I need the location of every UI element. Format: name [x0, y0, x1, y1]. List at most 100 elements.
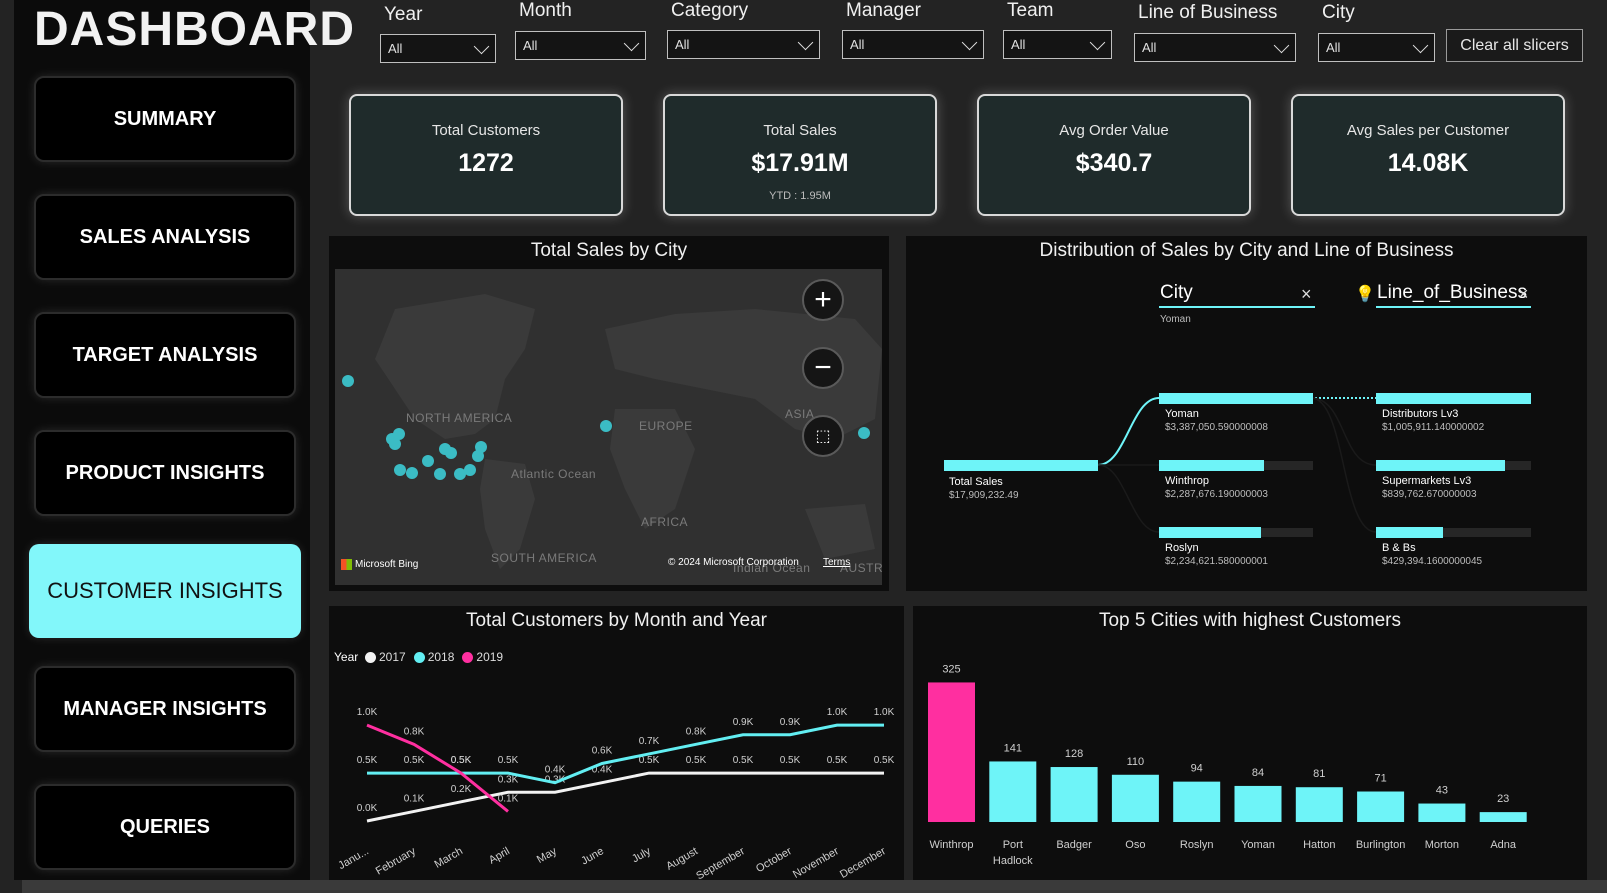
city-dot	[406, 467, 418, 479]
nav-target-analysis[interactable]: TARGET ANALYSIS	[34, 312, 296, 398]
kpi-label: Total Customers	[431, 122, 541, 139]
slicer-category-value: All	[675, 37, 690, 52]
line-chart-svg: 0.0K0.1K0.2K0.3K 0.3K0.4K0.5K 0.5K 0.5K 0.5K…	[336, 707, 895, 880]
kpi-label: Total Sales	[763, 122, 837, 139]
nav-product-insights[interactable]: PRODUCT INSIGHTS	[34, 430, 296, 516]
zoom-out-button[interactable]: −	[802, 347, 844, 389]
bar-roslyn	[1173, 781, 1221, 822]
decomp-panel: Distribution of Sales by City and Line o…	[906, 236, 1587, 591]
map-terms-link[interactable]: Terms	[823, 557, 850, 568]
slicer-year-dropdown[interactable]: All	[380, 34, 496, 63]
decomp-lob-name: Distributors Lv3	[1382, 408, 1459, 420]
kpi-label: Avg Sales per Customer	[1346, 122, 1510, 139]
bar-value-label: 128	[1065, 748, 1083, 760]
zoom-in-button[interactable]: +	[802, 279, 844, 321]
slicer-team-value: All	[1011, 37, 1026, 52]
slicer-category-label: Category	[671, 0, 749, 21]
kpi-value: 1272	[458, 149, 514, 177]
decomp-lob-bar[interactable]	[1376, 460, 1505, 471]
data-label: 0.9K	[733, 717, 754, 728]
chevron-down-icon	[1273, 37, 1290, 54]
x-tick-label: July	[630, 845, 653, 865]
decomp-lob-bar[interactable]	[1376, 393, 1531, 404]
slicer-month-dropdown[interactable]: All	[515, 31, 646, 60]
nav-manager-insights[interactable]: MANAGER INSIGHTS	[34, 666, 296, 752]
x-tick-label: June	[579, 845, 606, 867]
x-tick-label: October	[754, 845, 794, 875]
decomp-city-bar[interactable]	[1159, 527, 1261, 538]
microsoft-logo-icon	[341, 559, 352, 570]
bing-label: Microsoft Bing	[355, 559, 419, 570]
bar-adna	[1479, 812, 1527, 822]
decomp-city-value: $3,387,050.590000008	[1165, 422, 1268, 433]
city-dot	[464, 464, 476, 476]
kpi-label: Avg Order Value	[1059, 122, 1169, 139]
data-label: 0.1K	[404, 793, 425, 804]
slicer-manager-label: Manager	[846, 0, 921, 21]
data-label: 0.5K	[780, 755, 801, 766]
nav-customer-insights[interactable]: CUSTOMER INSIGHTS	[29, 544, 301, 638]
slicer-team-dropdown[interactable]: All	[1003, 30, 1112, 59]
data-label: 0.4K	[545, 765, 566, 776]
bar-morton	[1418, 803, 1466, 822]
decomp-city-bar[interactable]	[1159, 393, 1313, 404]
decomp-lob-bar[interactable]	[1376, 527, 1443, 538]
x-tick-label: May	[535, 845, 559, 866]
x-tick-label: September	[694, 845, 747, 880]
data-label: 0.5K	[357, 755, 378, 766]
x-tick-label: March	[432, 845, 464, 871]
slicer-category-dropdown[interactable]: All	[667, 30, 820, 59]
data-label: 0.5K	[686, 755, 707, 766]
bar-chart-panel: Top 5 Cities with highest Customers 325 W…	[913, 606, 1587, 880]
line-chart-panel: Total Customers by Month and Year Year 2…	[329, 606, 904, 880]
data-label: 1.0K	[874, 707, 895, 718]
clear-all-slicers-button[interactable]: Clear all slicers	[1446, 29, 1583, 62]
chevron-down-icon	[473, 38, 490, 55]
x-category-label: Hadlock	[993, 855, 1033, 867]
bing-attribution: Microsoft Bing	[341, 559, 418, 570]
map-city-dots	[342, 375, 870, 480]
world-map[interactable]: NORTH AMERICA EUROPE ASIA Atlantic Ocean…	[335, 269, 882, 585]
nav-sales-analysis[interactable]: SALES ANALYSIS	[34, 194, 296, 280]
slicer-city-dropdown[interactable]: All	[1318, 33, 1435, 62]
city-dot	[858, 427, 870, 439]
slicer-manager-dropdown[interactable]: All	[842, 30, 984, 59]
x-category-label: Yoman	[1241, 839, 1275, 851]
data-label: 0.7K	[639, 736, 660, 747]
nav-queries[interactable]: QUERIES	[34, 784, 296, 870]
bar-badger	[1050, 767, 1098, 822]
bar-value-label: 81	[1313, 768, 1325, 780]
select-area-button[interactable]: ⬚	[802, 415, 844, 457]
decomp-root-bar[interactable]	[944, 460, 1098, 471]
city-dot	[600, 420, 612, 432]
decomp-city-bar[interactable]	[1159, 460, 1264, 471]
data-label: 1.0K	[357, 707, 378, 718]
slicer-year-value: All	[388, 41, 403, 56]
kpi-value: $17.91M	[751, 149, 849, 177]
bar-value-label: 110	[1127, 756, 1145, 768]
bar-value-label: 23	[1497, 793, 1509, 805]
series-line-2019	[366, 723, 509, 813]
slicer-city-label: City	[1322, 2, 1355, 23]
bar-value-label: 94	[1191, 763, 1203, 775]
nav-summary[interactable]: SUMMARY	[34, 76, 296, 162]
decomp-city-name: Roslyn	[1165, 542, 1199, 554]
city-dot	[472, 450, 484, 462]
decomp-lob-value: $429,394.1600000045	[1382, 556, 1483, 567]
series-line-2017	[366, 771, 884, 823]
slicer-month-value: All	[523, 38, 538, 53]
data-label: 0.5K	[827, 755, 848, 766]
data-label: 0.5K	[733, 755, 754, 766]
bottom-scrollbar[interactable]	[22, 880, 1607, 893]
city-dot	[342, 375, 354, 387]
data-label: 0.5K	[404, 755, 425, 766]
slicer-lob-dropdown[interactable]: All	[1134, 33, 1296, 62]
decomp-root-name: Total Sales	[949, 476, 1003, 488]
x-category-label: Burlington	[1356, 839, 1406, 851]
chevron-down-icon	[1412, 37, 1429, 54]
bar-burlington	[1357, 791, 1405, 822]
bar-yoman	[1234, 785, 1282, 822]
x-tick-label: February	[374, 845, 419, 878]
city-dot	[394, 464, 406, 476]
city-dot	[434, 468, 446, 480]
